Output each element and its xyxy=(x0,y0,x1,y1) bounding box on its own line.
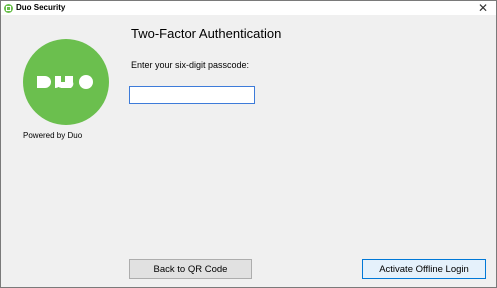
duo-dialog-window: Duo Security ✕ Powered by Duo Two-Factor… xyxy=(0,0,497,288)
passcode-prompt: Enter your six-digit passcode: xyxy=(131,60,250,70)
powered-by-text: Powered by Duo xyxy=(23,131,83,140)
page-title: Two-Factor Authentication xyxy=(131,26,282,41)
activate-offline-login-button[interactable]: Activate Offline Login xyxy=(362,259,486,279)
back-to-qr-code-button[interactable]: Back to QR Code xyxy=(129,259,252,279)
title-bar[interactable]: Duo Security ✕ xyxy=(1,1,496,15)
passcode-input[interactable] xyxy=(129,86,255,104)
duo-logo-icon xyxy=(23,39,109,125)
dialog-content: Powered by Duo Two-Factor Authentication… xyxy=(1,15,496,287)
close-icon[interactable]: ✕ xyxy=(478,1,488,15)
duo-app-icon xyxy=(4,4,13,13)
window-title: Duo Security xyxy=(16,3,66,12)
